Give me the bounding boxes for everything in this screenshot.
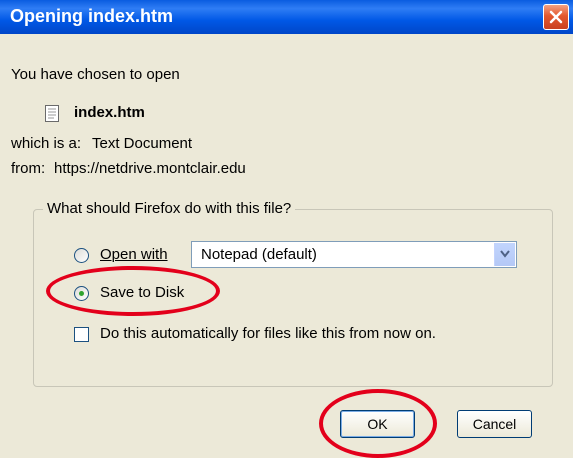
close-icon xyxy=(549,10,563,24)
dialog-window: Opening index.htm You have chosen to ope… xyxy=(0,0,573,458)
open-with-radio[interactable] xyxy=(74,248,89,263)
file-source-label: from: xyxy=(11,160,46,177)
cancel-button[interactable]: Cancel xyxy=(457,410,532,438)
open-with-label[interactable]: Open with xyxy=(100,246,168,263)
file-type-label: which is a: xyxy=(11,135,82,152)
open-with-app-select[interactable]: Notepad (default) xyxy=(191,241,517,268)
window-title: Opening index.htm xyxy=(10,6,174,26)
file-type-value: Text Document xyxy=(92,135,193,152)
title-bar[interactable]: Opening index.htm xyxy=(0,0,573,34)
file-name: index.htm xyxy=(74,104,145,121)
ok-button[interactable]: OK xyxy=(340,410,415,438)
text-document-icon xyxy=(45,105,59,122)
auto-action-checkbox[interactable] xyxy=(74,327,89,342)
file-source-value: https://netdrive.montclair.edu xyxy=(54,160,246,177)
open-with-app-value: Notepad (default) xyxy=(201,246,317,263)
close-button[interactable] xyxy=(543,4,569,30)
intro-text: You have chosen to open xyxy=(11,66,180,83)
save-to-disk-radio[interactable] xyxy=(74,286,89,301)
chevron-down-icon xyxy=(500,250,510,258)
dropdown-button[interactable] xyxy=(494,243,515,266)
save-to-disk-label[interactable]: Save to Disk xyxy=(100,284,184,301)
action-group-legend: What should Firefox do with this file? xyxy=(43,200,296,217)
auto-action-label[interactable]: Do this automatically for files like thi… xyxy=(100,325,436,342)
radio-selected-dot xyxy=(79,291,84,296)
